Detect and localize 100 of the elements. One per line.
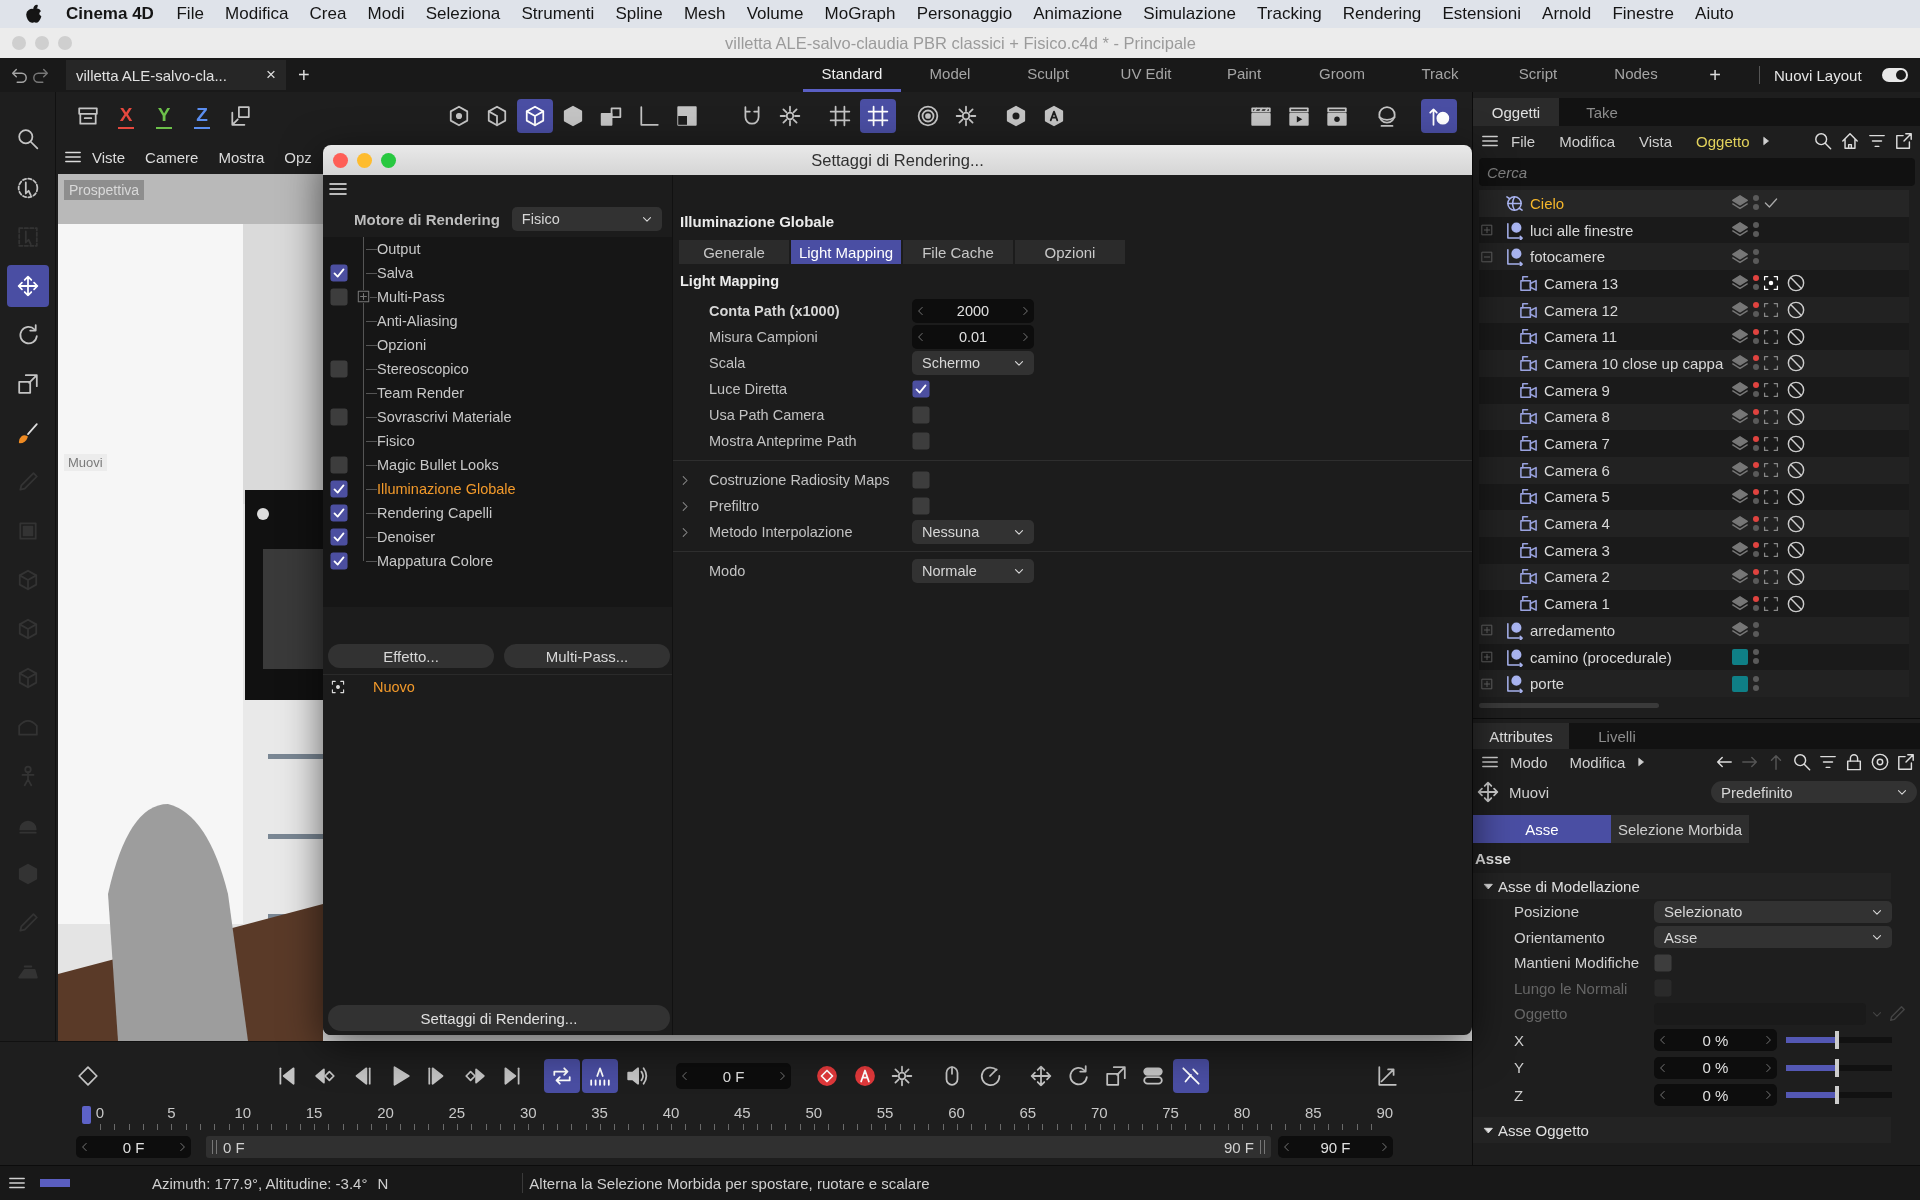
render-settings-button[interactable]: Settaggi di Rendering... [328, 1005, 670, 1031]
menu-item[interactable]: Crea [298, 4, 357, 24]
number-field[interactable]: 90 F [1278, 1136, 1393, 1158]
menu-item[interactable]: Animazione [1022, 4, 1133, 24]
object-name[interactable]: Camera 5 [1544, 488, 1610, 506]
menu-item[interactable]: Modi [357, 4, 416, 24]
object-name[interactable]: luci alle finestre [1530, 221, 1634, 239]
object-name[interactable]: Camera 2 [1544, 568, 1610, 586]
object-row[interactable]: Camera 8 [1479, 403, 1909, 431]
number-field[interactable]: 0 F [76, 1136, 191, 1158]
object-row[interactable]: Camera 7 [1479, 430, 1909, 457]
number-field[interactable]: 0 % [1654, 1056, 1777, 1079]
panel-tab[interactable]: Take [1559, 98, 1645, 126]
settings-page[interactable]: Opzioni [377, 337, 427, 353]
object-name[interactable]: Camera 11 [1544, 328, 1618, 346]
dropdown[interactable]: Predefinito [1711, 781, 1917, 803]
menu-item[interactable]: Arnold [1531, 4, 1602, 24]
settings-page[interactable]: Output [377, 241, 421, 257]
tab[interactable]: Opzioni [1015, 240, 1125, 264]
layout-tab[interactable]: Track [1391, 58, 1489, 92]
layout-tab[interactable]: Groom [1293, 58, 1391, 92]
number-field[interactable]: 0 % [1654, 1084, 1777, 1107]
menu-item[interactable]: Seleziona [415, 4, 511, 24]
dropdown[interactable]: Asse [1654, 926, 1892, 949]
settings-page[interactable]: Denoiser [377, 529, 436, 545]
object-row[interactable]: Camera 13 [1479, 270, 1909, 297]
menu-item[interactable]: Personaggio [906, 4, 1023, 24]
tab[interactable]: File Cache [903, 240, 1013, 264]
object-row[interactable]: Camera 12 [1479, 296, 1909, 324]
object-name[interactable]: Cielo [1530, 194, 1565, 212]
view-menu-item[interactable]: Opz [274, 148, 322, 166]
object-name[interactable]: porte [1530, 675, 1565, 693]
tab[interactable]: Selezione Morbida [1611, 815, 1749, 843]
settings-page[interactable]: Anti-Aliasing [377, 313, 458, 329]
dropdown[interactable]: Nessuna [912, 520, 1034, 544]
layout-tab[interactable]: Paint [1195, 58, 1293, 92]
object-row[interactable]: arredamento [1479, 617, 1909, 644]
close-tab-button[interactable]: × [266, 65, 276, 85]
settings-page[interactable]: Stereoscopico [377, 361, 469, 377]
settings-page[interactable]: Fisico [377, 433, 415, 449]
axis-button[interactable]: Y [146, 99, 182, 133]
menu-item[interactable]: MoGraph [813, 4, 907, 24]
menu-item[interactable]: Aiuto [1684, 4, 1745, 24]
group-header[interactable]: Asse di Modellazione [1473, 873, 1891, 899]
menu-item[interactable]: Tracking [1246, 4, 1333, 24]
menu-item[interactable]: File [165, 4, 215, 24]
object-name[interactable]: Camera 9 [1544, 381, 1610, 399]
panel-tab[interactable]: Livelli [1569, 723, 1665, 749]
new-tab-button[interactable]: + [290, 63, 318, 87]
settings-page[interactable]: Team Render [377, 385, 465, 401]
layout-tab[interactable]: UV Edit [1097, 58, 1195, 92]
number-field[interactable]: 0.01 [912, 325, 1034, 349]
object-row[interactable]: Camera 11 [1479, 323, 1909, 351]
tab[interactable]: Light Mapping [791, 240, 901, 264]
layout-tab[interactable]: Script [1489, 58, 1587, 92]
settings-page[interactable]: Rendering Capelli [377, 505, 493, 521]
tab[interactable]: Asse [1473, 815, 1611, 843]
menu-item[interactable]: Rendering [1332, 4, 1432, 24]
menu-item[interactable]: Modifica [214, 4, 299, 24]
menu-item[interactable]: Modo [1499, 753, 1559, 771]
object-row[interactable]: Camera 4 [1479, 510, 1909, 537]
menu-item[interactable]: Vista [1627, 132, 1685, 150]
object-name[interactable]: arredamento [1530, 621, 1616, 639]
effect-button[interactable]: Multi-Pass... [504, 644, 670, 668]
menu-item[interactable]: Volume [736, 4, 814, 24]
menu-item[interactable]: Finestre [1601, 4, 1685, 24]
menu-item[interactable]: Estensioni [1431, 4, 1532, 24]
object-name[interactable]: fotocamere [1530, 248, 1606, 266]
number-field[interactable]: 2000 [912, 299, 1034, 323]
range-bar[interactable]: 0 F 90 F [206, 1136, 1271, 1158]
settings-page[interactable]: Multi-Pass [377, 289, 445, 305]
object-name[interactable]: Camera 4 [1544, 515, 1610, 533]
settings-page[interactable]: Sovrascrivi Materiale [377, 409, 512, 425]
tab[interactable]: Generale [679, 240, 789, 264]
settings-page[interactable]: Illuminazione Globale [377, 481, 516, 497]
menu-item[interactable]: Oggetto [1684, 132, 1762, 150]
object-name[interactable]: Camera 1 [1544, 595, 1610, 613]
object-name[interactable]: Camera 13 [1544, 274, 1619, 292]
object-row[interactable]: Camera 6 [1479, 456, 1909, 484]
settings-page[interactable]: Mappatura Colore [377, 553, 494, 569]
object-name[interactable]: Camera 10 close up cappa [1544, 354, 1724, 372]
object-name[interactable]: Camera 6 [1544, 461, 1610, 479]
object-row[interactable]: Camera 1 [1479, 590, 1909, 617]
object-row[interactable]: Camera 2 [1479, 563, 1909, 591]
dropdown[interactable]: Schermo [912, 351, 1034, 375]
object-row[interactable]: Camera 9 [1479, 376, 1909, 404]
object-name[interactable]: Camera 7 [1544, 435, 1610, 453]
effect-button[interactable]: Effetto... [328, 644, 494, 668]
menu-item[interactable]: Modifica [1547, 132, 1628, 150]
object-row[interactable]: Camera 10 close up cappa [1479, 350, 1909, 377]
object-name[interactable]: Camera 3 [1544, 541, 1610, 559]
menu-item[interactable]: Spline [604, 4, 674, 24]
menu-item[interactable]: Mesh [673, 4, 737, 24]
dropdown[interactable]: Normale [912, 559, 1034, 583]
number-field[interactable]: 0 % [1654, 1029, 1777, 1052]
app-menu[interactable]: Cinema 4D [66, 4, 154, 24]
object-row[interactable]: Camera 5 [1479, 483, 1909, 511]
settings-page[interactable]: Salva [377, 265, 414, 281]
document-tab[interactable]: villetta ALE-salvo-cla... × [66, 60, 286, 90]
menu-item[interactable]: Strumenti [510, 4, 605, 24]
